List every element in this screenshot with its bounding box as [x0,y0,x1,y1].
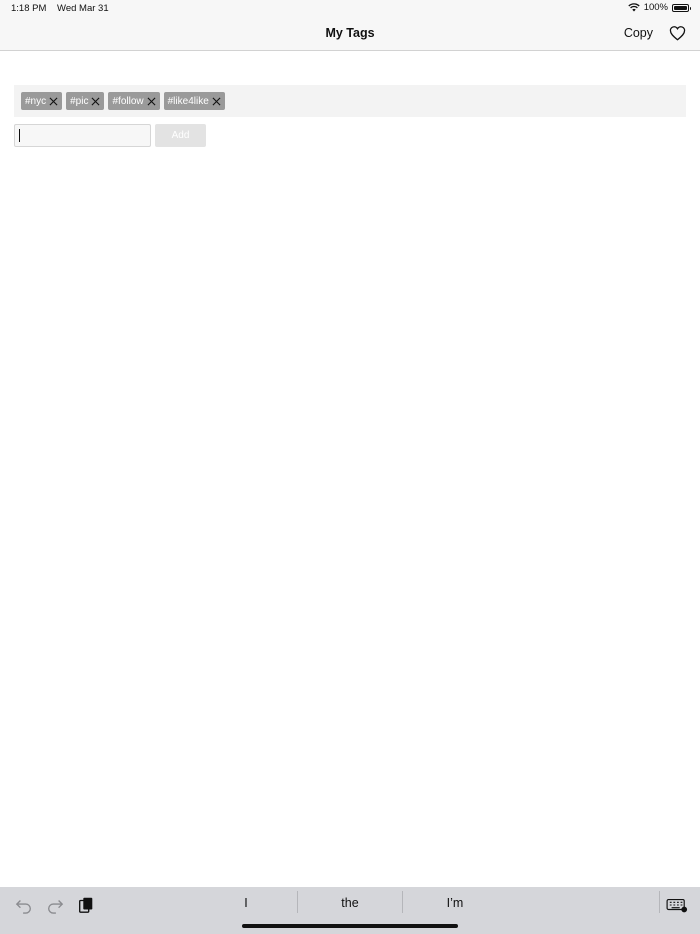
suggestion-item[interactable]: the [298,896,402,910]
text-caret [19,129,20,142]
tag-chip: #pic [66,92,105,110]
redo-icon[interactable] [46,896,64,914]
close-icon[interactable] [212,97,221,106]
tag-chip: #nyc [21,92,63,110]
status-time: 1:18 PM [11,3,47,14]
paste-icon[interactable] [77,896,95,914]
tag-list: #nyc #pic #follow #like4like [14,85,686,117]
close-icon[interactable] [49,97,58,106]
copy-button[interactable]: Copy [624,26,653,40]
suggestion-item[interactable]: I [194,896,298,910]
battery-icon [672,3,691,12]
tag-label: #pic [70,95,89,107]
heart-icon[interactable] [669,25,686,41]
keyboard-dismiss-icon[interactable] [666,896,688,914]
tag-chip: #follow [108,92,160,110]
undo-icon[interactable] [15,896,33,914]
status-bar: 1:18 PM Wed Mar 31 100% [0,0,700,18]
battery-percent: 100% [643,2,668,13]
close-icon[interactable] [91,97,100,106]
page-title: My Tags [325,26,375,40]
divider [659,891,660,913]
tag-label: #follow [112,95,144,107]
suggestion-item[interactable]: I’m [403,896,507,910]
status-date: Wed Mar 31 [57,3,109,14]
tag-chip: #like4like [163,92,225,110]
home-indicator [242,924,458,928]
wifi-icon [628,3,640,12]
add-button[interactable]: Add [155,124,206,147]
tag-input[interactable] [14,124,151,147]
tag-label: #like4like [167,95,209,107]
tag-label: #nyc [25,95,47,107]
close-icon[interactable] [147,97,156,106]
